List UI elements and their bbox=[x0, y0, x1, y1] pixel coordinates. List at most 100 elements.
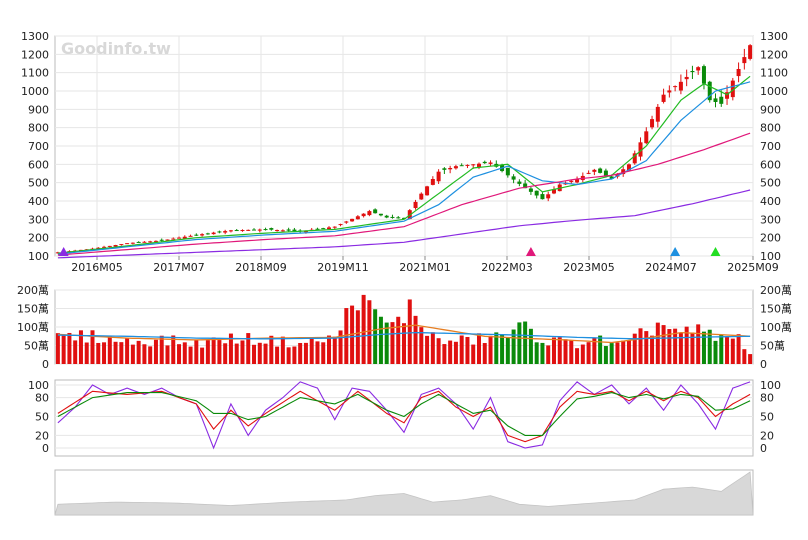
oscillator-tick-left: 20 bbox=[35, 429, 49, 442]
volume-bar bbox=[286, 347, 291, 364]
volume-bar bbox=[119, 342, 124, 364]
candle-body bbox=[234, 230, 239, 232]
candle-body bbox=[350, 218, 355, 222]
volume-bar bbox=[107, 336, 112, 364]
price-tick-right: 700 bbox=[760, 140, 781, 153]
volume-bar bbox=[234, 343, 239, 364]
volume-bar bbox=[55, 333, 60, 364]
volume-bar bbox=[482, 343, 487, 364]
volume-bar bbox=[246, 333, 251, 364]
candle-body bbox=[378, 213, 383, 216]
candle-body bbox=[269, 228, 274, 230]
candle-body bbox=[592, 169, 597, 172]
candle-body bbox=[240, 230, 245, 232]
candle-body bbox=[171, 238, 176, 240]
candle-body bbox=[511, 176, 516, 180]
candle-body bbox=[119, 244, 124, 246]
volume-bar bbox=[153, 339, 158, 364]
candle-body bbox=[701, 66, 706, 84]
volume-bar bbox=[148, 346, 153, 364]
volume-bar bbox=[719, 335, 724, 364]
price-tick-left: 200 bbox=[28, 232, 49, 245]
oscillator-tick-right: 50 bbox=[760, 411, 774, 424]
candle-body bbox=[678, 81, 683, 91]
oscillator-tick-left: 0 bbox=[42, 442, 49, 455]
candle-body bbox=[228, 230, 233, 232]
volume-bar bbox=[569, 340, 574, 364]
candle-body bbox=[153, 240, 158, 242]
volume-tick-left: 150萬 bbox=[17, 303, 49, 316]
volume-tick-right: 0 bbox=[760, 358, 767, 371]
volume-bar bbox=[280, 336, 285, 364]
price-tick-right: 1100 bbox=[760, 67, 788, 80]
volume-bar bbox=[626, 340, 631, 364]
time-tick-label: 2023M05 bbox=[563, 261, 614, 274]
candle-body bbox=[448, 168, 453, 170]
candle-body bbox=[471, 164, 476, 166]
candle-body bbox=[280, 230, 285, 232]
price-tick-left: 900 bbox=[28, 103, 49, 116]
candle-body bbox=[528, 188, 533, 192]
volume-bar bbox=[275, 346, 280, 364]
candle-body bbox=[442, 168, 447, 170]
volume-bar bbox=[142, 344, 147, 364]
volume-bar bbox=[471, 344, 476, 364]
volume-bar bbox=[257, 342, 262, 364]
candle-body bbox=[315, 228, 320, 230]
time-tick-label: 2021M01 bbox=[399, 261, 450, 274]
candle-body bbox=[321, 228, 326, 230]
volume-bar bbox=[298, 342, 303, 364]
chart-panels: 100 100200 200300 300400 400500 500600 600700 7… bbox=[17, 30, 792, 516]
candle-body bbox=[384, 215, 389, 218]
volume-bar bbox=[373, 309, 378, 364]
volume-bar bbox=[303, 342, 308, 364]
candle-body bbox=[453, 166, 458, 169]
price-tick-left: 600 bbox=[28, 158, 49, 171]
candle-body bbox=[275, 230, 280, 232]
price-tick-right: 1000 bbox=[760, 85, 788, 98]
volume-bar bbox=[644, 331, 649, 364]
price-tick-right: 1200 bbox=[760, 48, 788, 61]
candle-body bbox=[194, 234, 199, 236]
volume-bar bbox=[378, 316, 383, 364]
candle-body bbox=[459, 165, 464, 167]
price-tick-left: 500 bbox=[28, 177, 49, 190]
price-tick-right: 1300 bbox=[760, 30, 788, 43]
price-tick-right: 400 bbox=[760, 195, 781, 208]
stock-chart: 100 100200 200300 300400 400500 500600 600700 7… bbox=[17, 30, 792, 516]
candle-body bbox=[142, 241, 147, 243]
price-tick-left: 100 bbox=[28, 250, 49, 263]
candle-body bbox=[263, 229, 268, 231]
candle-body bbox=[332, 226, 337, 228]
candle-body bbox=[713, 98, 718, 102]
volume-bar bbox=[551, 337, 556, 364]
volume-bar bbox=[505, 337, 510, 364]
volume-bar bbox=[113, 341, 118, 364]
candle-body bbox=[690, 70, 695, 73]
price-tick-left: 1200 bbox=[21, 48, 49, 61]
candle-body bbox=[517, 181, 522, 184]
candle-body bbox=[684, 76, 689, 80]
volume-bar bbox=[528, 328, 533, 364]
volume-bar bbox=[523, 321, 528, 364]
candle-body bbox=[211, 232, 216, 235]
volume-bar bbox=[609, 343, 614, 364]
volume-bar bbox=[321, 342, 326, 364]
candle-body bbox=[413, 201, 418, 209]
volume-bar bbox=[586, 342, 591, 364]
volume-bar bbox=[534, 342, 539, 364]
candle-body bbox=[107, 245, 112, 247]
volume-bar bbox=[580, 344, 585, 364]
candle-body bbox=[361, 213, 366, 217]
volume-bar bbox=[488, 335, 493, 364]
candle-body bbox=[205, 233, 210, 235]
volume-bar bbox=[332, 336, 337, 364]
volume-bar bbox=[459, 335, 464, 364]
volume-tick-right: 100萬 bbox=[760, 321, 792, 334]
volume-bar bbox=[661, 325, 666, 364]
candle-body bbox=[465, 164, 470, 166]
volume-bar bbox=[252, 344, 257, 364]
volume-bar bbox=[84, 342, 89, 364]
oscillator-tick-left: 50 bbox=[35, 411, 49, 424]
volume-bar bbox=[182, 342, 187, 364]
